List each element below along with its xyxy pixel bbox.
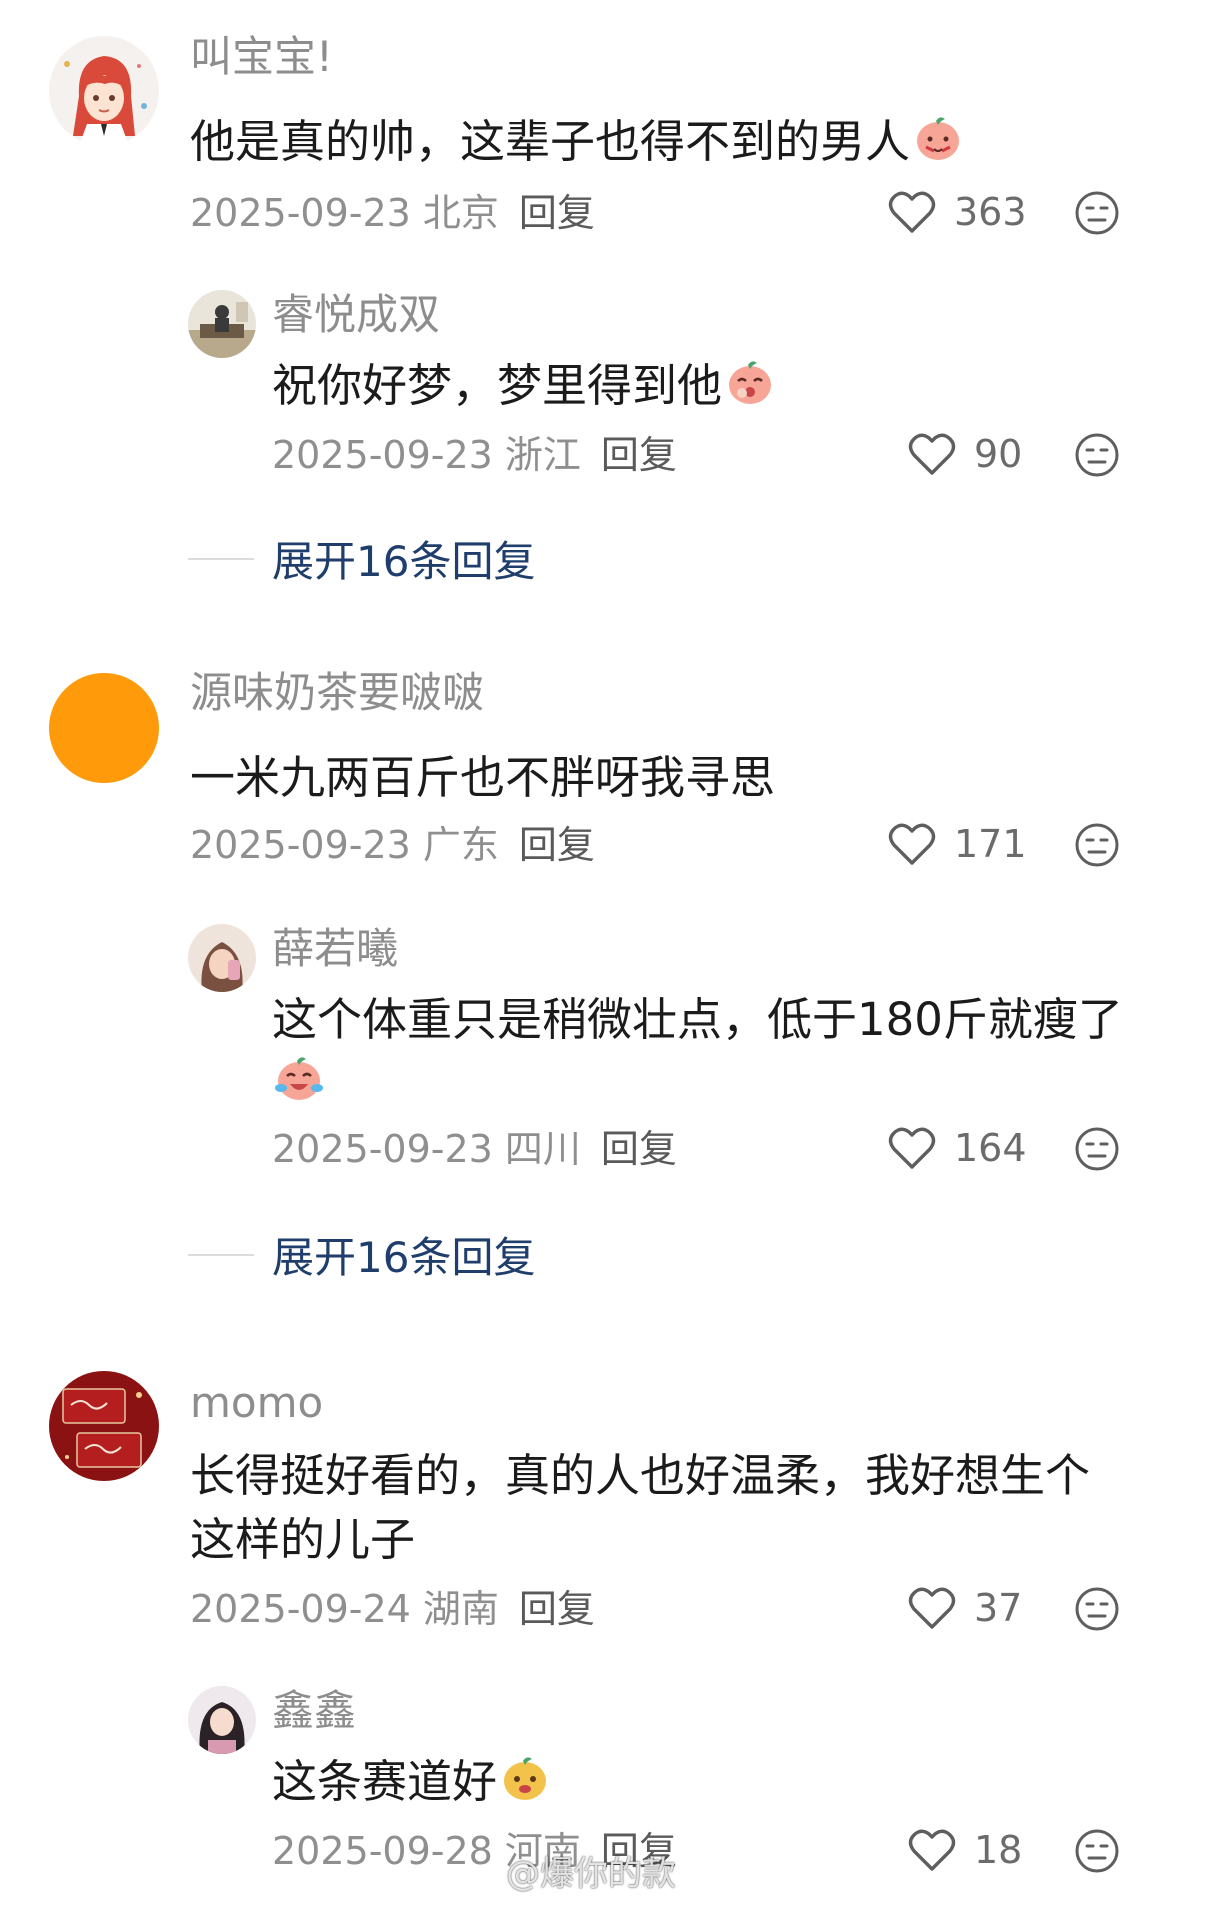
like-count: 18: [974, 1828, 1023, 1872]
reply-button[interactable]: 回复: [519, 823, 595, 867]
like-button[interactable]: 90: [908, 432, 1022, 476]
dislike-button[interactable]: [1074, 1126, 1120, 1172]
reply-meta: 2025-09-23 浙江 回复: [272, 436, 677, 474]
reply-text: 这条赛道好: [272, 1750, 551, 1820]
reply-button[interactable]: 回复: [519, 1587, 595, 1631]
comment-username[interactable]: momo: [190, 1382, 323, 1424]
neutral-face-icon: [1075, 1587, 1119, 1631]
like-button[interactable]: 171: [888, 822, 1027, 866]
like-count: 164: [954, 1126, 1027, 1170]
comment-text-body-2: 这样的儿子: [190, 1513, 416, 1566]
reply-text: 这个体重只是稍微壮点，低于180斤就瘦了: [272, 988, 1123, 1052]
reply-username[interactable]: 鑫鑫: [272, 1690, 356, 1732]
heart-outline-icon: [908, 433, 956, 475]
reply-button[interactable]: 回复: [519, 191, 595, 235]
heart-outline-icon: [908, 1829, 956, 1871]
comment-meta: 2025-09-23 北京 回复: [190, 194, 595, 232]
avatar[interactable]: [49, 36, 159, 146]
avatar[interactable]: [188, 924, 256, 992]
comment-text-body: 一米九两百斤也不胖呀我寻思: [190, 751, 776, 804]
comment-text-line2: 这样的儿子: [190, 1508, 415, 1572]
heart-outline-icon: [908, 1587, 956, 1629]
comment-date-location: 2025-09-24 湖南: [190, 1587, 499, 1631]
divider: [188, 557, 254, 560]
like-button[interactable]: 37: [908, 1586, 1022, 1630]
heart-outline-icon: [888, 1127, 936, 1169]
like-count: 37: [974, 1586, 1023, 1630]
comment-date-location: 2025-09-23 北京: [190, 191, 499, 235]
reply-text-line2: [272, 1050, 326, 1121]
reply-text-body: 这条赛道好: [272, 1755, 498, 1808]
reply-meta: 2025-09-23 四川 回复: [272, 1130, 677, 1168]
avatar[interactable]: [49, 673, 159, 783]
avatar[interactable]: [49, 1371, 159, 1481]
reply-date-location: 2025-09-23 浙江: [272, 433, 581, 477]
neutral-face-icon: [1075, 823, 1119, 867]
room-photo-avatar-image: [188, 290, 256, 358]
reply-username[interactable]: 睿悦成双: [272, 294, 440, 336]
comment-username[interactable]: 叫宝宝!: [190, 36, 333, 78]
neutral-face-icon: [1075, 1829, 1119, 1873]
dog-sly-emoji-icon: [499, 1751, 551, 1820]
dislike-button[interactable]: [1074, 1828, 1120, 1874]
red-greeting-card-avatar-image: [49, 1371, 159, 1481]
neutral-face-icon: [1075, 433, 1119, 477]
comment-text: 长得挺好看的，真的人也好温柔，我好想生个: [190, 1444, 1090, 1508]
peach-crying-laugh-emoji-icon: [272, 1050, 326, 1121]
neutral-face-icon: [1075, 191, 1119, 235]
comment-meta: 2025-09-23 广东 回复: [190, 826, 595, 864]
reply-date-location: 2025-09-23 四川: [272, 1127, 581, 1171]
dislike-button[interactable]: [1074, 1586, 1120, 1632]
comment-text-body: 长得挺好看的，真的人也好温柔，我好想生个: [190, 1449, 1091, 1502]
peach-giggle-emoji-icon: [724, 355, 776, 424]
heart-outline-icon: [888, 191, 936, 233]
expand-replies-label[interactable]: 展开16条回复: [272, 528, 535, 589]
dislike-button[interactable]: [1074, 432, 1120, 478]
reply-button[interactable]: 回复: [601, 1127, 677, 1171]
comment-date-location: 2025-09-23 广东: [190, 823, 499, 867]
watermark: @爆你的款: [506, 1854, 676, 1894]
divider: [188, 1253, 254, 1256]
like-button[interactable]: 164: [888, 1126, 1027, 1170]
portrait-photo-avatar-image: [188, 1686, 256, 1754]
neutral-face-icon: [1075, 1127, 1119, 1171]
heart-outline-icon: [888, 823, 936, 865]
selfie-photo-avatar-image: [188, 924, 256, 992]
avatar[interactable]: [188, 290, 256, 358]
comment-text: 他是真的帅，这辈子也得不到的男人: [190, 110, 964, 180]
like-button[interactable]: 363: [888, 190, 1027, 234]
anime-girl-avatar-image: [49, 36, 159, 146]
like-count: 90: [974, 432, 1023, 476]
like-button[interactable]: 18: [908, 1828, 1022, 1872]
reply-text-body: 这个体重只是稍微壮点，低于180斤就瘦了: [272, 993, 1123, 1046]
like-count: 363: [954, 190, 1027, 234]
reply-button[interactable]: 回复: [601, 433, 677, 477]
expand-replies-link[interactable]: 展开16条回复: [188, 528, 535, 589]
peach-shy-emoji-icon: [912, 111, 964, 180]
comment-meta: 2025-09-24 湖南 回复: [190, 1590, 595, 1628]
comment-text: 一米九两百斤也不胖呀我寻思: [190, 746, 775, 810]
expand-replies-label[interactable]: 展开16条回复: [272, 1224, 535, 1285]
like-count: 171: [954, 822, 1027, 866]
comment-text-body: 他是真的帅，这辈子也得不到的男人: [190, 115, 911, 168]
reply-username[interactable]: 薛若曦: [272, 928, 398, 970]
avatar[interactable]: [188, 1686, 256, 1754]
dislike-button[interactable]: [1074, 190, 1120, 236]
expand-replies-link[interactable]: 展开16条回复: [188, 1224, 535, 1285]
comment-username[interactable]: 源味奶茶要啵啵: [190, 672, 484, 714]
dislike-button[interactable]: [1074, 822, 1120, 868]
reply-text: 祝你好梦，梦里得到他: [272, 354, 776, 424]
reply-text-body: 祝你好梦，梦里得到他: [272, 359, 723, 412]
